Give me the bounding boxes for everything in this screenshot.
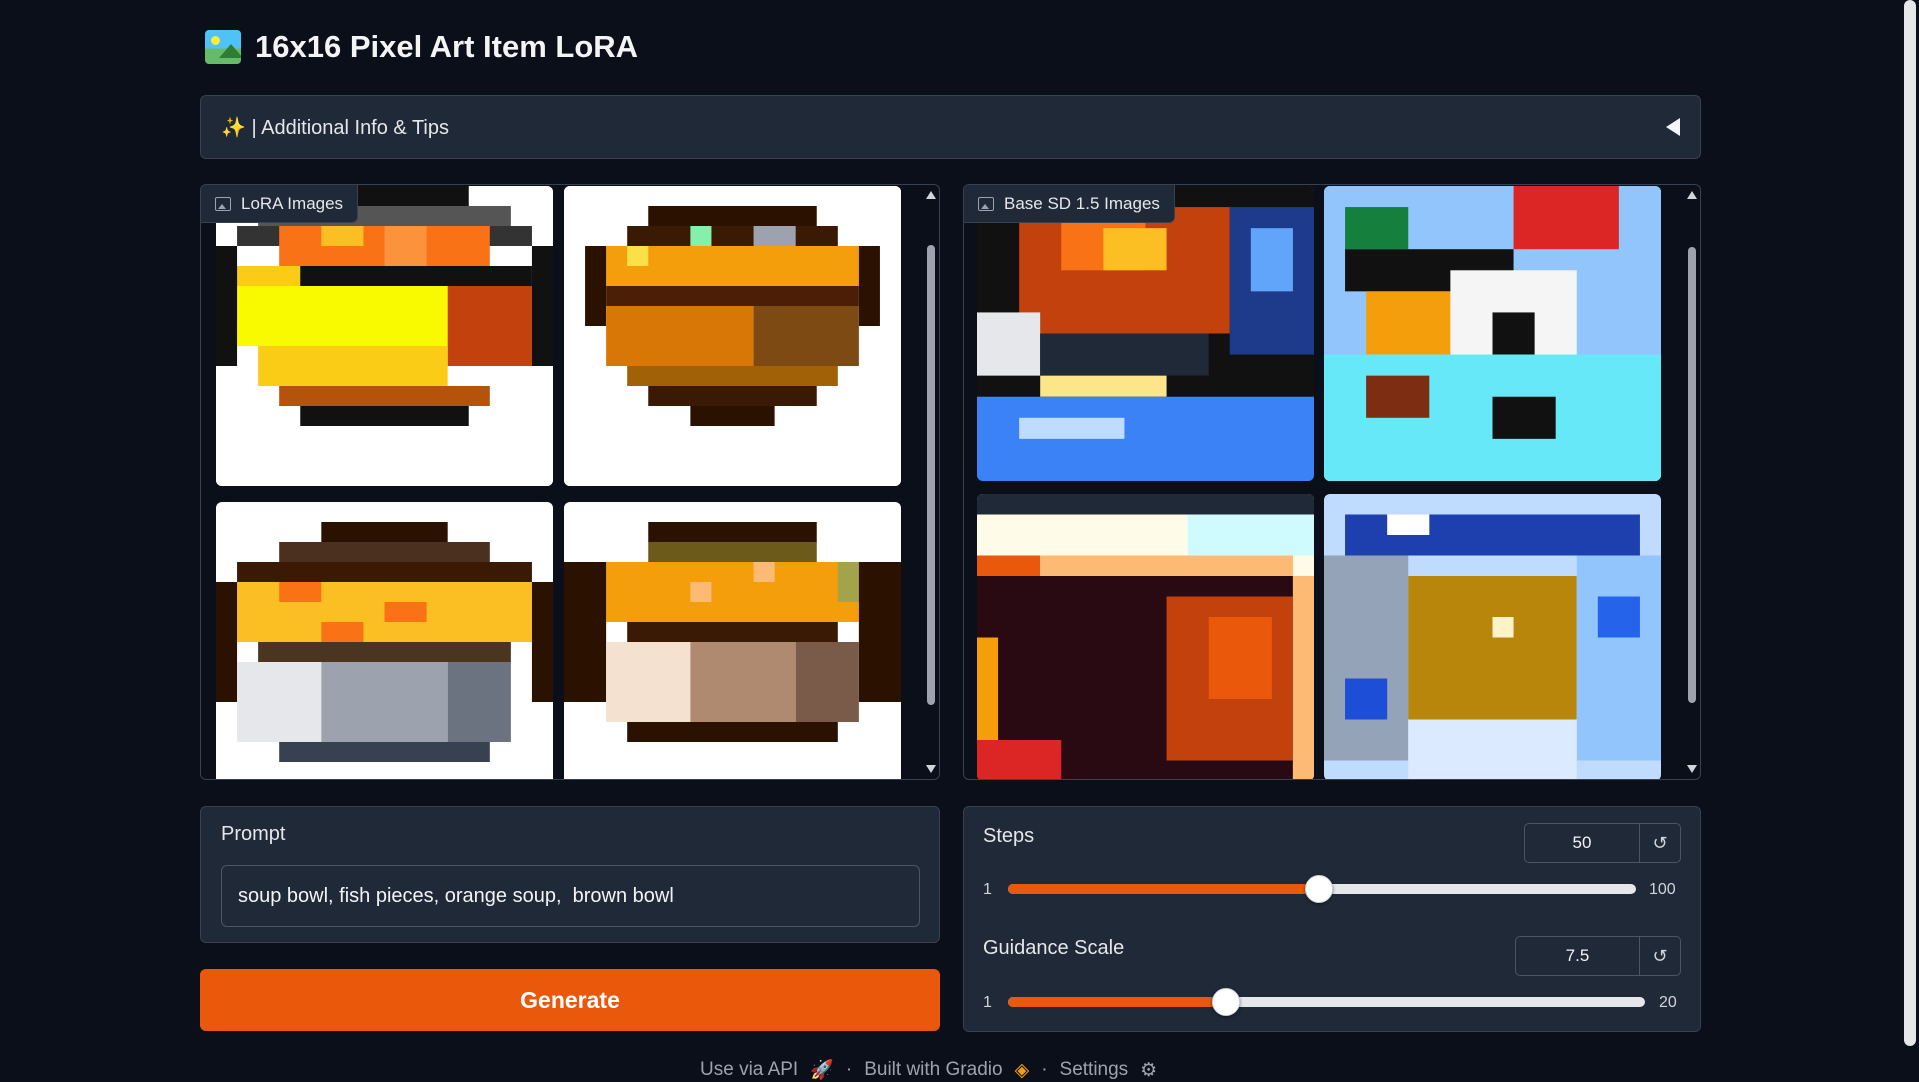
soup-bowl-pixel-art xyxy=(564,502,901,779)
guidance-number-input[interactable]: 7.5 xyxy=(1516,937,1639,975)
noisy-pixel-image xyxy=(1324,186,1661,481)
generate-button[interactable]: Generate xyxy=(200,969,940,1031)
page-header: 16x16 Pixel Art Item LoRA xyxy=(205,22,638,72)
gallery-label: LoRA Images xyxy=(201,185,359,223)
rocket-icon: 🚀 xyxy=(810,1060,834,1081)
soup-bowl-pixel-art xyxy=(216,502,553,779)
page-scrollbar-thumb[interactable] xyxy=(1904,0,1916,1046)
framed-picture-icon xyxy=(205,30,241,64)
base-image-3[interactable] xyxy=(977,494,1314,779)
prompt-label: Prompt xyxy=(221,823,286,845)
gallery-scrollbar[interactable] xyxy=(923,185,939,779)
accordion-label: ✨ | Additional Info & Tips xyxy=(221,116,449,139)
scrollbar-thumb[interactable] xyxy=(927,245,935,705)
guidance-number-box: 7.5 ↺ xyxy=(1515,936,1681,976)
use-via-api-link[interactable]: Use via API xyxy=(700,1059,798,1081)
soup-bowl-pixel-art xyxy=(216,186,553,486)
base-image-4[interactable] xyxy=(1324,494,1661,779)
scroll-up-icon[interactable] xyxy=(1687,191,1697,199)
footer: Use via API 🚀 · Built with Gradio ◈ · Se… xyxy=(700,1058,1220,1082)
noisy-pixel-image xyxy=(1324,494,1661,779)
page-title: 16x16 Pixel Art Item LoRA xyxy=(255,29,639,64)
separator: · xyxy=(845,1059,853,1080)
gallery-label-text: Base SD 1.5 Images xyxy=(1004,193,1160,213)
steps-max: 100 xyxy=(1649,881,1676,898)
gallery-label: Base SD 1.5 Images xyxy=(964,185,1175,223)
gradio-logo-icon: ◈ xyxy=(1014,1059,1030,1081)
page-scrollbar[interactable] xyxy=(1900,0,1919,1079)
settings-link[interactable]: Settings xyxy=(1060,1059,1129,1081)
steps-label: Steps xyxy=(983,825,1035,847)
guidance-max: 20 xyxy=(1659,994,1677,1011)
soup-bowl-pixel-art xyxy=(564,186,901,486)
base-sd-gallery[interactable]: Base SD 1.5 Images xyxy=(963,184,1701,780)
lora-image-3[interactable] xyxy=(216,502,553,779)
gear-icon: ⚙ xyxy=(1140,1059,1158,1081)
prompt-panel: Prompt xyxy=(200,806,940,943)
base-image-1[interactable] xyxy=(977,186,1314,481)
lora-image-2[interactable] xyxy=(564,186,901,486)
scroll-down-icon[interactable] xyxy=(926,765,936,773)
reset-icon[interactable]: ↺ xyxy=(1639,824,1680,862)
steps-slider[interactable] xyxy=(1008,875,1636,903)
scroll-down-icon[interactable] xyxy=(1687,765,1697,773)
scroll-up-icon[interactable] xyxy=(926,191,936,199)
prompt-input[interactable] xyxy=(221,865,920,927)
gallery-scrollbar[interactable] xyxy=(1684,185,1700,779)
scrollbar-thumb[interactable] xyxy=(1688,247,1696,703)
lora-image-1[interactable] xyxy=(216,186,553,486)
lora-image-4[interactable] xyxy=(564,502,901,779)
guidance-min: 1 xyxy=(983,994,992,1011)
steps-number-box: 50 ↺ xyxy=(1524,823,1681,863)
lora-gallery[interactable]: LoRA Images xyxy=(200,184,940,780)
reset-icon[interactable]: ↺ xyxy=(1639,937,1680,975)
steps-number-input[interactable]: 50 xyxy=(1525,824,1639,862)
guidance-slider[interactable] xyxy=(1008,988,1645,1016)
built-with-gradio-link[interactable]: Built with Gradio xyxy=(864,1059,1002,1081)
steps-slider-handle[interactable] xyxy=(1304,875,1333,903)
guidance-label: Guidance Scale xyxy=(983,937,1125,959)
guidance-slider-handle[interactable] xyxy=(1211,988,1240,1016)
image-icon xyxy=(978,196,994,211)
gallery-label-text: LoRA Images xyxy=(241,193,344,213)
noisy-pixel-image xyxy=(977,186,1314,481)
additional-info-accordion[interactable]: ✨ | Additional Info & Tips xyxy=(200,95,1701,159)
guidance-slider-fill xyxy=(1008,997,1226,1007)
caret-left-icon xyxy=(1666,118,1680,136)
noisy-pixel-image xyxy=(977,494,1314,779)
image-icon xyxy=(215,196,231,211)
settings-panel: Steps 50 ↺ 1 100 Guidance Scale 7.5 ↺ 1 … xyxy=(963,806,1701,1032)
base-image-2[interactable] xyxy=(1324,186,1661,481)
separator: · xyxy=(1041,1059,1048,1080)
steps-min: 1 xyxy=(983,881,992,898)
steps-slider-fill xyxy=(1008,884,1319,894)
